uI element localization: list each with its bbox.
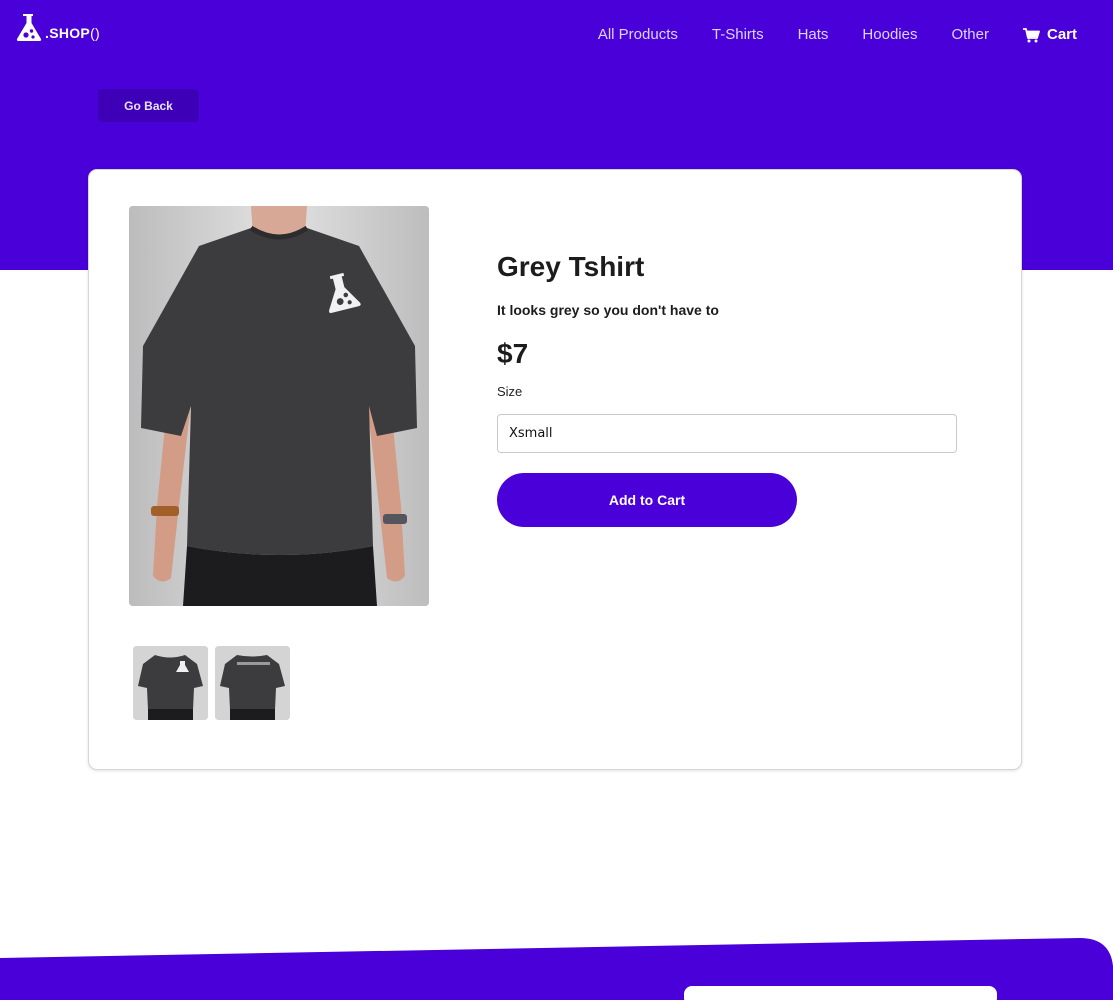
add-to-cart-button[interactable]: Add to Cart [497,473,797,527]
nav-hoodies[interactable]: Hoodies [862,26,917,44]
product-info: Grey Tshirt It looks grey so you don't h… [497,250,957,527]
thumbnail-back[interactable] [215,646,290,720]
product-main-image [129,206,429,606]
footer-panel [684,986,997,1006]
flask-logo-icon [16,14,42,41]
nav-other[interactable]: Other [951,26,989,44]
size-select-value: Xsmall [509,426,553,441]
product-price: $7 [497,338,529,369]
size-label: Size [497,384,523,399]
nav-cart[interactable]: Cart [1022,26,1077,44]
product-description: It looks grey so you don't have to [497,302,719,318]
brand-wordmark: .SHOP() [45,25,101,41]
thumbnail-list [133,646,297,720]
size-select[interactable]: Xsmall [497,414,957,453]
product-title: Grey Tshirt [497,251,645,282]
nav-all-products[interactable]: All Products [598,26,678,44]
cart-icon [1022,27,1040,42]
top-nav: All Products T-Shirts Hats Hoodies Other… [564,26,1077,44]
brand-logo[interactable]: .SHOP() [14,12,100,42]
nav-hats[interactable]: Hats [798,26,829,44]
cart-label: Cart [1046,26,1077,43]
product-card: Grey Tshirt It looks grey so you don't h… [88,169,1022,770]
nav-t-shirts[interactable]: T-Shirts [712,26,764,44]
thumbnail-front[interactable] [133,646,208,720]
go-back-button[interactable]: Go Back [98,89,199,122]
